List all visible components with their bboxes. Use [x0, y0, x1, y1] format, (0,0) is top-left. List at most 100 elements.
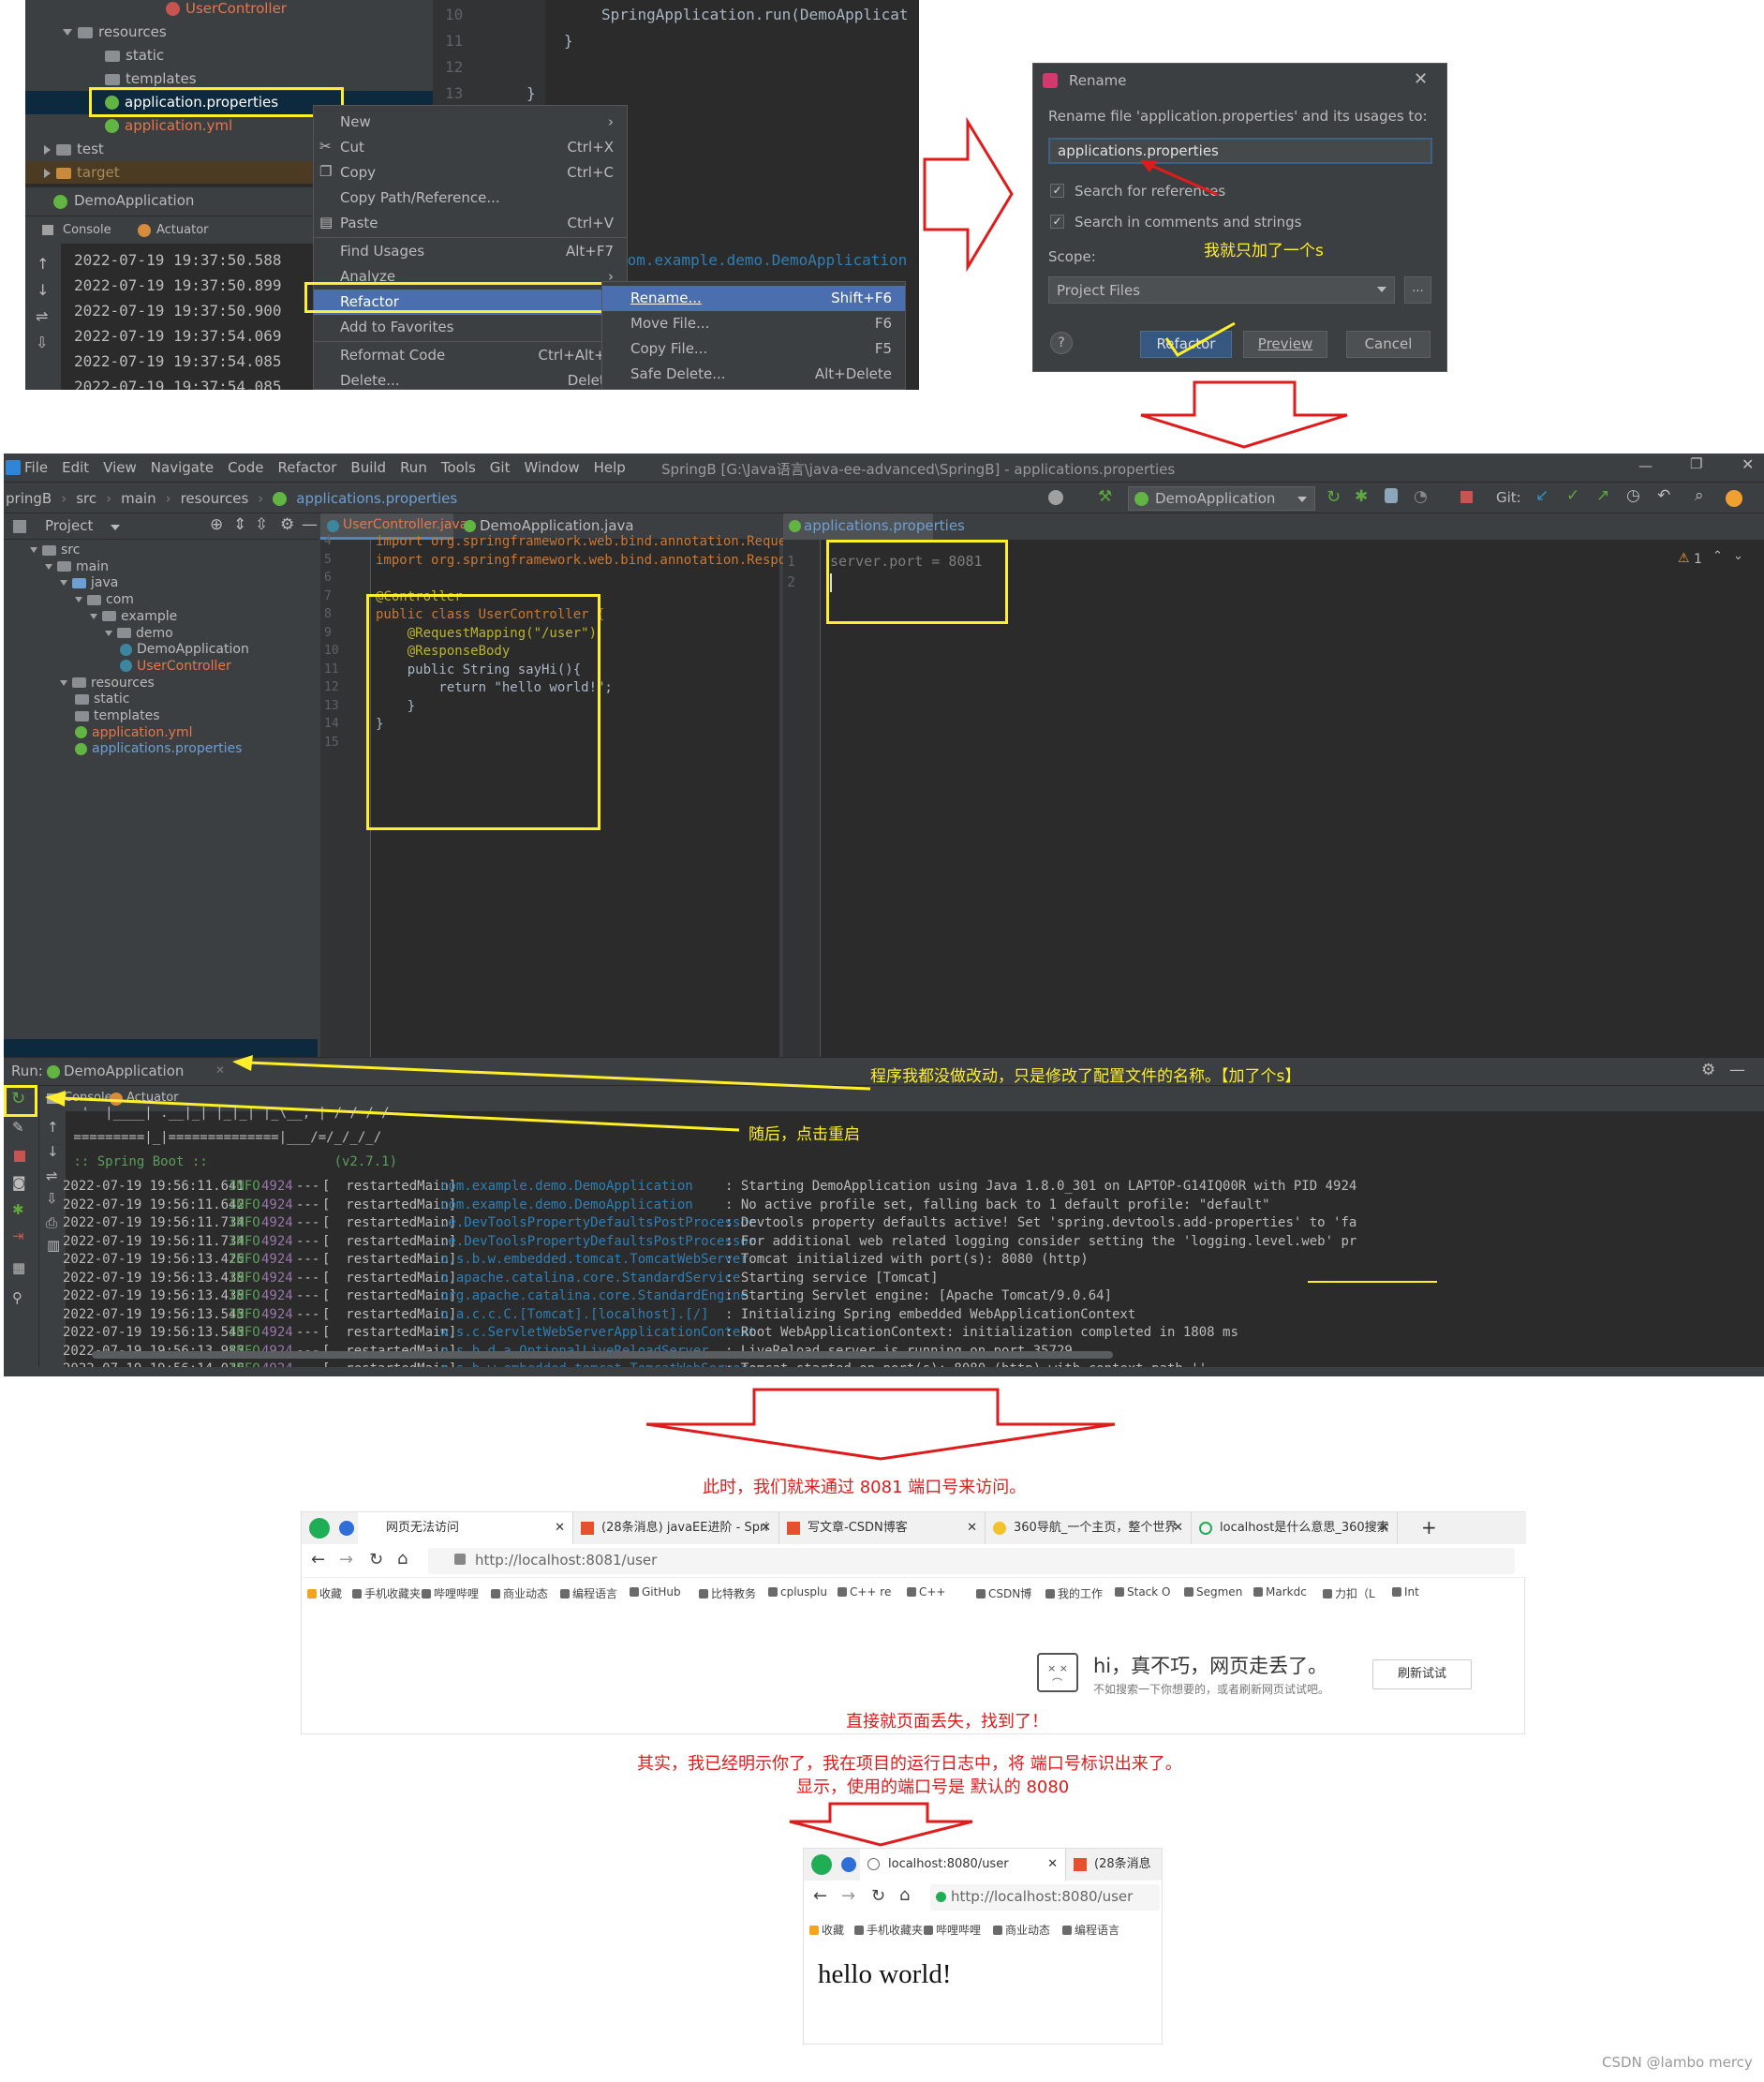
top-tree-static[interactable]: static — [105, 44, 164, 67]
bookmark-item[interactable]: 哔哩哔哩 — [422, 1585, 479, 1601]
menu-run[interactable]: Run — [400, 459, 427, 476]
menu-view[interactable]: View — [103, 459, 137, 476]
git-update-icon[interactable]: ↙ — [1535, 486, 1549, 505]
console-hscrollbar[interactable] — [92, 1351, 1113, 1359]
tab-applications-properties[interactable]: applications.properties — [783, 513, 965, 540]
refresh-button[interactable]: 刷新试试 — [1372, 1659, 1472, 1689]
expand-icon[interactable] — [45, 563, 52, 570]
menu-help[interactable]: Help — [594, 459, 626, 476]
chevron-down-icon[interactable] — [111, 525, 120, 530]
gear-icon[interactable]: ⚙ — [280, 515, 294, 534]
run-tab[interactable]: DemoApplication — [64, 1063, 184, 1079]
expand-icon[interactable] — [90, 613, 97, 619]
up-arrow-icon[interactable]: ↑ — [37, 255, 49, 273]
collapse-all-icon[interactable]: ⇳ — [255, 515, 268, 534]
help-button[interactable]: ? — [1050, 332, 1073, 354]
bookmark-item[interactable]: 比特教务 — [699, 1585, 756, 1601]
stop-icon[interactable] — [1460, 491, 1473, 503]
tree-row[interactable]: java — [60, 574, 118, 591]
bookmark-item[interactable]: 编程语言 — [1062, 1922, 1119, 1938]
locate-icon[interactable]: ⊕ — [210, 515, 223, 534]
tree-row[interactable]: application.yml — [75, 724, 193, 741]
back-icon[interactable]: ← — [311, 1550, 325, 1569]
tree-row[interactable]: resources — [60, 675, 155, 692]
run-config-select[interactable]: DemoApplication — [1128, 486, 1315, 511]
close-icon[interactable]: ✕ — [761, 1512, 771, 1544]
forward-icon[interactable]: → — [339, 1550, 353, 1569]
expand-icon[interactable] — [105, 630, 112, 636]
search-icon[interactable]: ⌕ — [1695, 486, 1704, 505]
reload-icon[interactable]: ↻ — [369, 1550, 383, 1569]
tree-row[interactable]: DemoApplication — [120, 641, 249, 658]
menu-build[interactable]: Build — [350, 459, 386, 476]
expand-icon[interactable] — [75, 597, 82, 603]
top-tree-resources[interactable]: resources — [63, 21, 167, 44]
bookmark-item[interactable]: C++ re — [838, 1585, 891, 1599]
preview-button[interactable]: Preview — [1243, 331, 1327, 358]
hide-panel-icon[interactable]: — — [1729, 1061, 1745, 1079]
rename-input[interactable] — [1048, 138, 1432, 164]
home-icon[interactable]: ⌂ — [397, 1549, 408, 1569]
close-icon[interactable]: ✕ — [555, 1512, 565, 1544]
down-arrow-icon[interactable]: ↓ — [37, 281, 49, 299]
breadcrumb-item[interactable]: resources — [181, 490, 249, 507]
collapse-icon[interactable] — [44, 168, 51, 178]
menu-item-add-favorites[interactable]: Add to Favorites› — [314, 315, 627, 340]
breadcrumb-item[interactable]: pringB — [6, 490, 52, 507]
breadcrumb-item[interactable]: applications.properties — [296, 490, 457, 507]
minimize-icon[interactable]: — — [1638, 457, 1653, 474]
top-tree-application-yml[interactable]: application.yml — [105, 114, 232, 138]
menu-navigate[interactable]: Navigate — [151, 459, 214, 476]
tree-row[interactable]: com — [75, 591, 134, 608]
menu-item-copy[interactable]: Copy Ctrl+C — [314, 160, 627, 186]
expand-all-icon[interactable]: ⇕ — [233, 515, 246, 534]
scope-select[interactable]: Project Files — [1048, 276, 1395, 304]
bookmark-item[interactable]: GitHub — [630, 1585, 681, 1599]
rollback-icon[interactable]: ↶ — [1657, 486, 1670, 505]
scroll-end-icon[interactable]: ⇩ — [36, 334, 48, 351]
expand-icon[interactable] — [60, 580, 67, 587]
history-icon[interactable]: ◷ — [1626, 486, 1640, 505]
bookmark-item[interactable]: CSDN博 — [976, 1585, 1031, 1601]
maximize-icon[interactable]: ❐ — [1690, 455, 1702, 472]
tree-row[interactable]: demo — [105, 625, 173, 642]
bookmark-item[interactable]: 商业动态 — [491, 1585, 548, 1601]
breadcrumb-item[interactable]: main — [121, 490, 156, 507]
submenu-copy-file[interactable]: Copy File... F5 — [602, 336, 905, 362]
top-tree-usercontroller[interactable]: UserController — [166, 0, 287, 21]
menu-refactor[interactable]: Refactor — [277, 459, 336, 476]
scope-more-button[interactable]: ... — [1404, 276, 1431, 304]
search-comments-checkbox[interactable]: ✓ — [1050, 215, 1064, 229]
submenu-safe-delete[interactable]: Safe Delete... Alt+Delete — [602, 362, 905, 387]
search-references-checkbox[interactable]: ✓ — [1050, 184, 1064, 198]
browser-tab[interactable]: (28条消息) javaEE进阶 - Spri ✕ — [573, 1512, 779, 1544]
tree-row[interactable]: src — [30, 542, 80, 558]
menu-tools[interactable]: Tools — [441, 459, 476, 476]
bookmark-item[interactable]: Int — [1392, 1585, 1419, 1599]
home-icon[interactable]: ⌂ — [899, 1885, 910, 1905]
submenu-rename[interactable]: Rename... Shift+F6 — [602, 286, 905, 311]
menu-item-delete[interactable]: Delete... Delete — [314, 368, 627, 389]
close-icon[interactable]: ✕ — [1379, 1512, 1389, 1544]
menu-item-reformat[interactable]: Reformat Code Ctrl+Alt+L — [314, 343, 627, 368]
rerun-icon[interactable]: ↻ — [1327, 487, 1341, 507]
browser-tab[interactable]: 写文章-CSDN博客 ✕ — [779, 1512, 986, 1544]
breadcrumb-item[interactable]: src — [76, 490, 96, 507]
chevron-up-icon[interactable]: ⌃ — [1712, 549, 1723, 563]
menu-item-copy-path[interactable]: Copy Path/Reference... — [314, 186, 627, 211]
soft-wrap-icon[interactable]: ⇌ — [36, 307, 48, 325]
tree-row[interactable]: applications.properties — [75, 740, 242, 757]
tree-row[interactable]: static — [75, 691, 129, 707]
close-icon[interactable]: ✕ — [1173, 1512, 1183, 1544]
tree-row[interactable]: main — [45, 558, 109, 575]
user-icon[interactable] — [1048, 490, 1063, 505]
build-hammer-icon[interactable]: ⚒ — [1098, 487, 1112, 506]
git-push-icon[interactable]: ↗ — [1596, 486, 1609, 505]
console-tab[interactable]: Console — [63, 223, 111, 237]
browser-tab[interactable]: localhost是什么意思_360搜索 ✕ — [1192, 1512, 1398, 1544]
expand-icon[interactable] — [63, 29, 72, 36]
bookmark-item[interactable]: 手机收藏夹 — [352, 1585, 421, 1601]
menu-window[interactable]: Window — [524, 459, 579, 476]
bookmark-item[interactable]: cplusplu — [768, 1585, 827, 1599]
cancel-button[interactable]: Cancel — [1346, 331, 1430, 358]
